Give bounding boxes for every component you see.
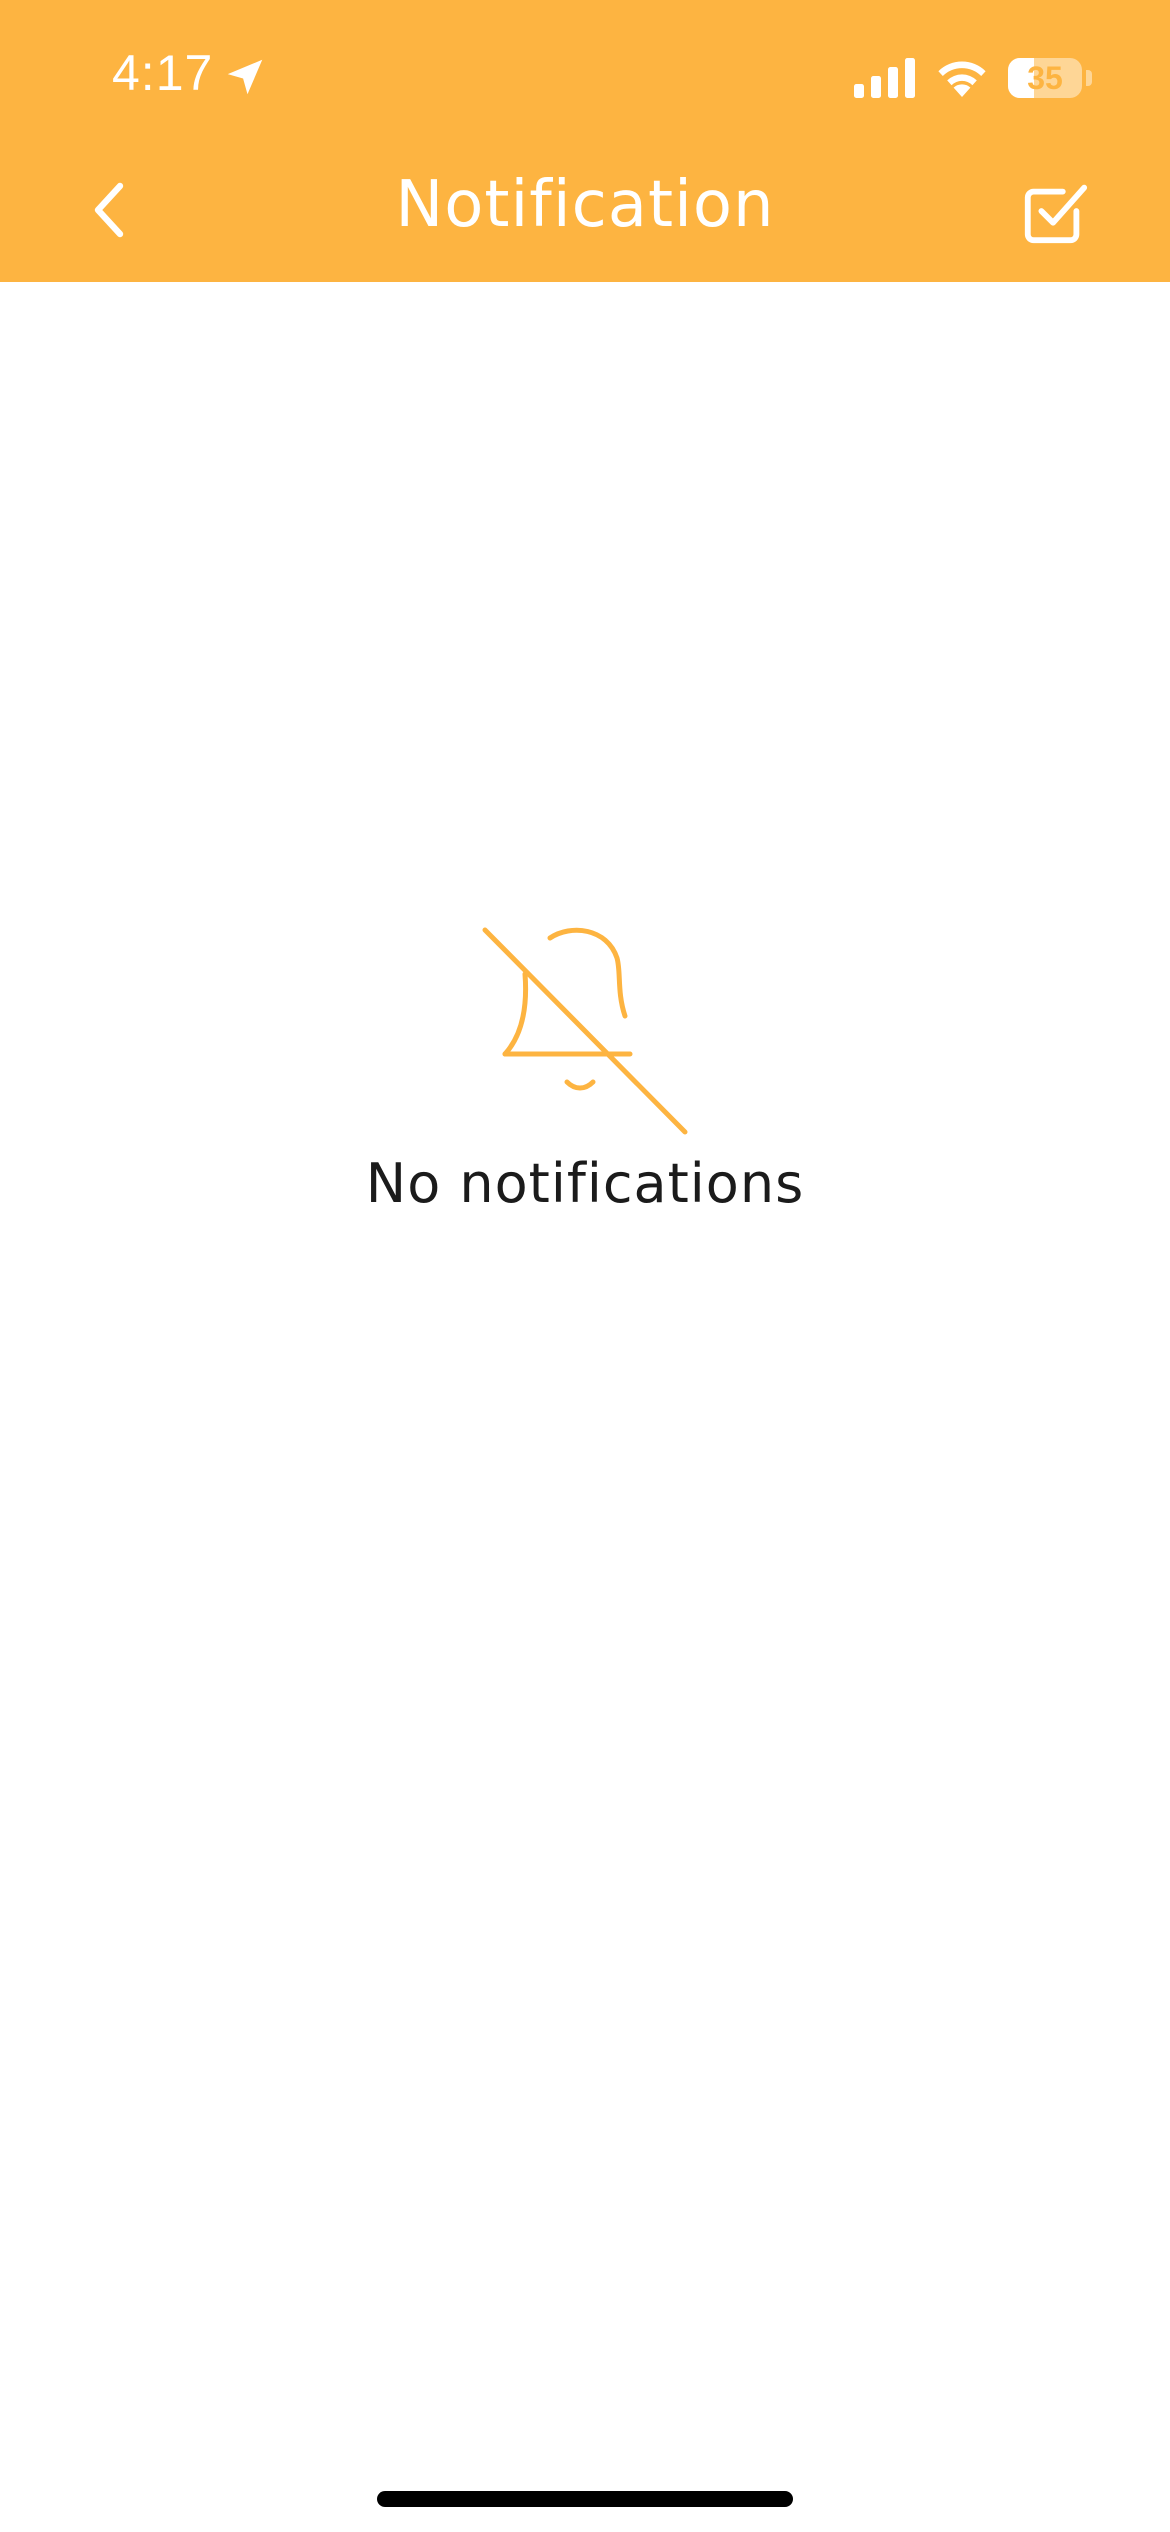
app-header: 4:17 35 Notification: [0, 0, 1170, 282]
back-button[interactable]: [70, 170, 150, 250]
battery-indicator: 35: [1008, 58, 1082, 98]
mark-all-read-button[interactable]: [1014, 172, 1096, 254]
home-indicator[interactable]: [377, 2491, 793, 2507]
battery-cap: [1086, 70, 1092, 86]
bell-off-icon: [482, 927, 688, 1135]
location-arrow-icon: [227, 59, 263, 95]
page-title: Notification: [395, 168, 775, 242]
wifi-icon: [938, 61, 986, 97]
checkbox-check-icon: [1024, 184, 1088, 244]
cellular-signal-icon: [854, 58, 915, 98]
empty-state-message: No notifications: [365, 1152, 805, 1215]
status-time: 4:17: [112, 45, 214, 101]
battery-level: 35: [1027, 60, 1063, 96]
chevron-left-icon: [94, 182, 124, 238]
